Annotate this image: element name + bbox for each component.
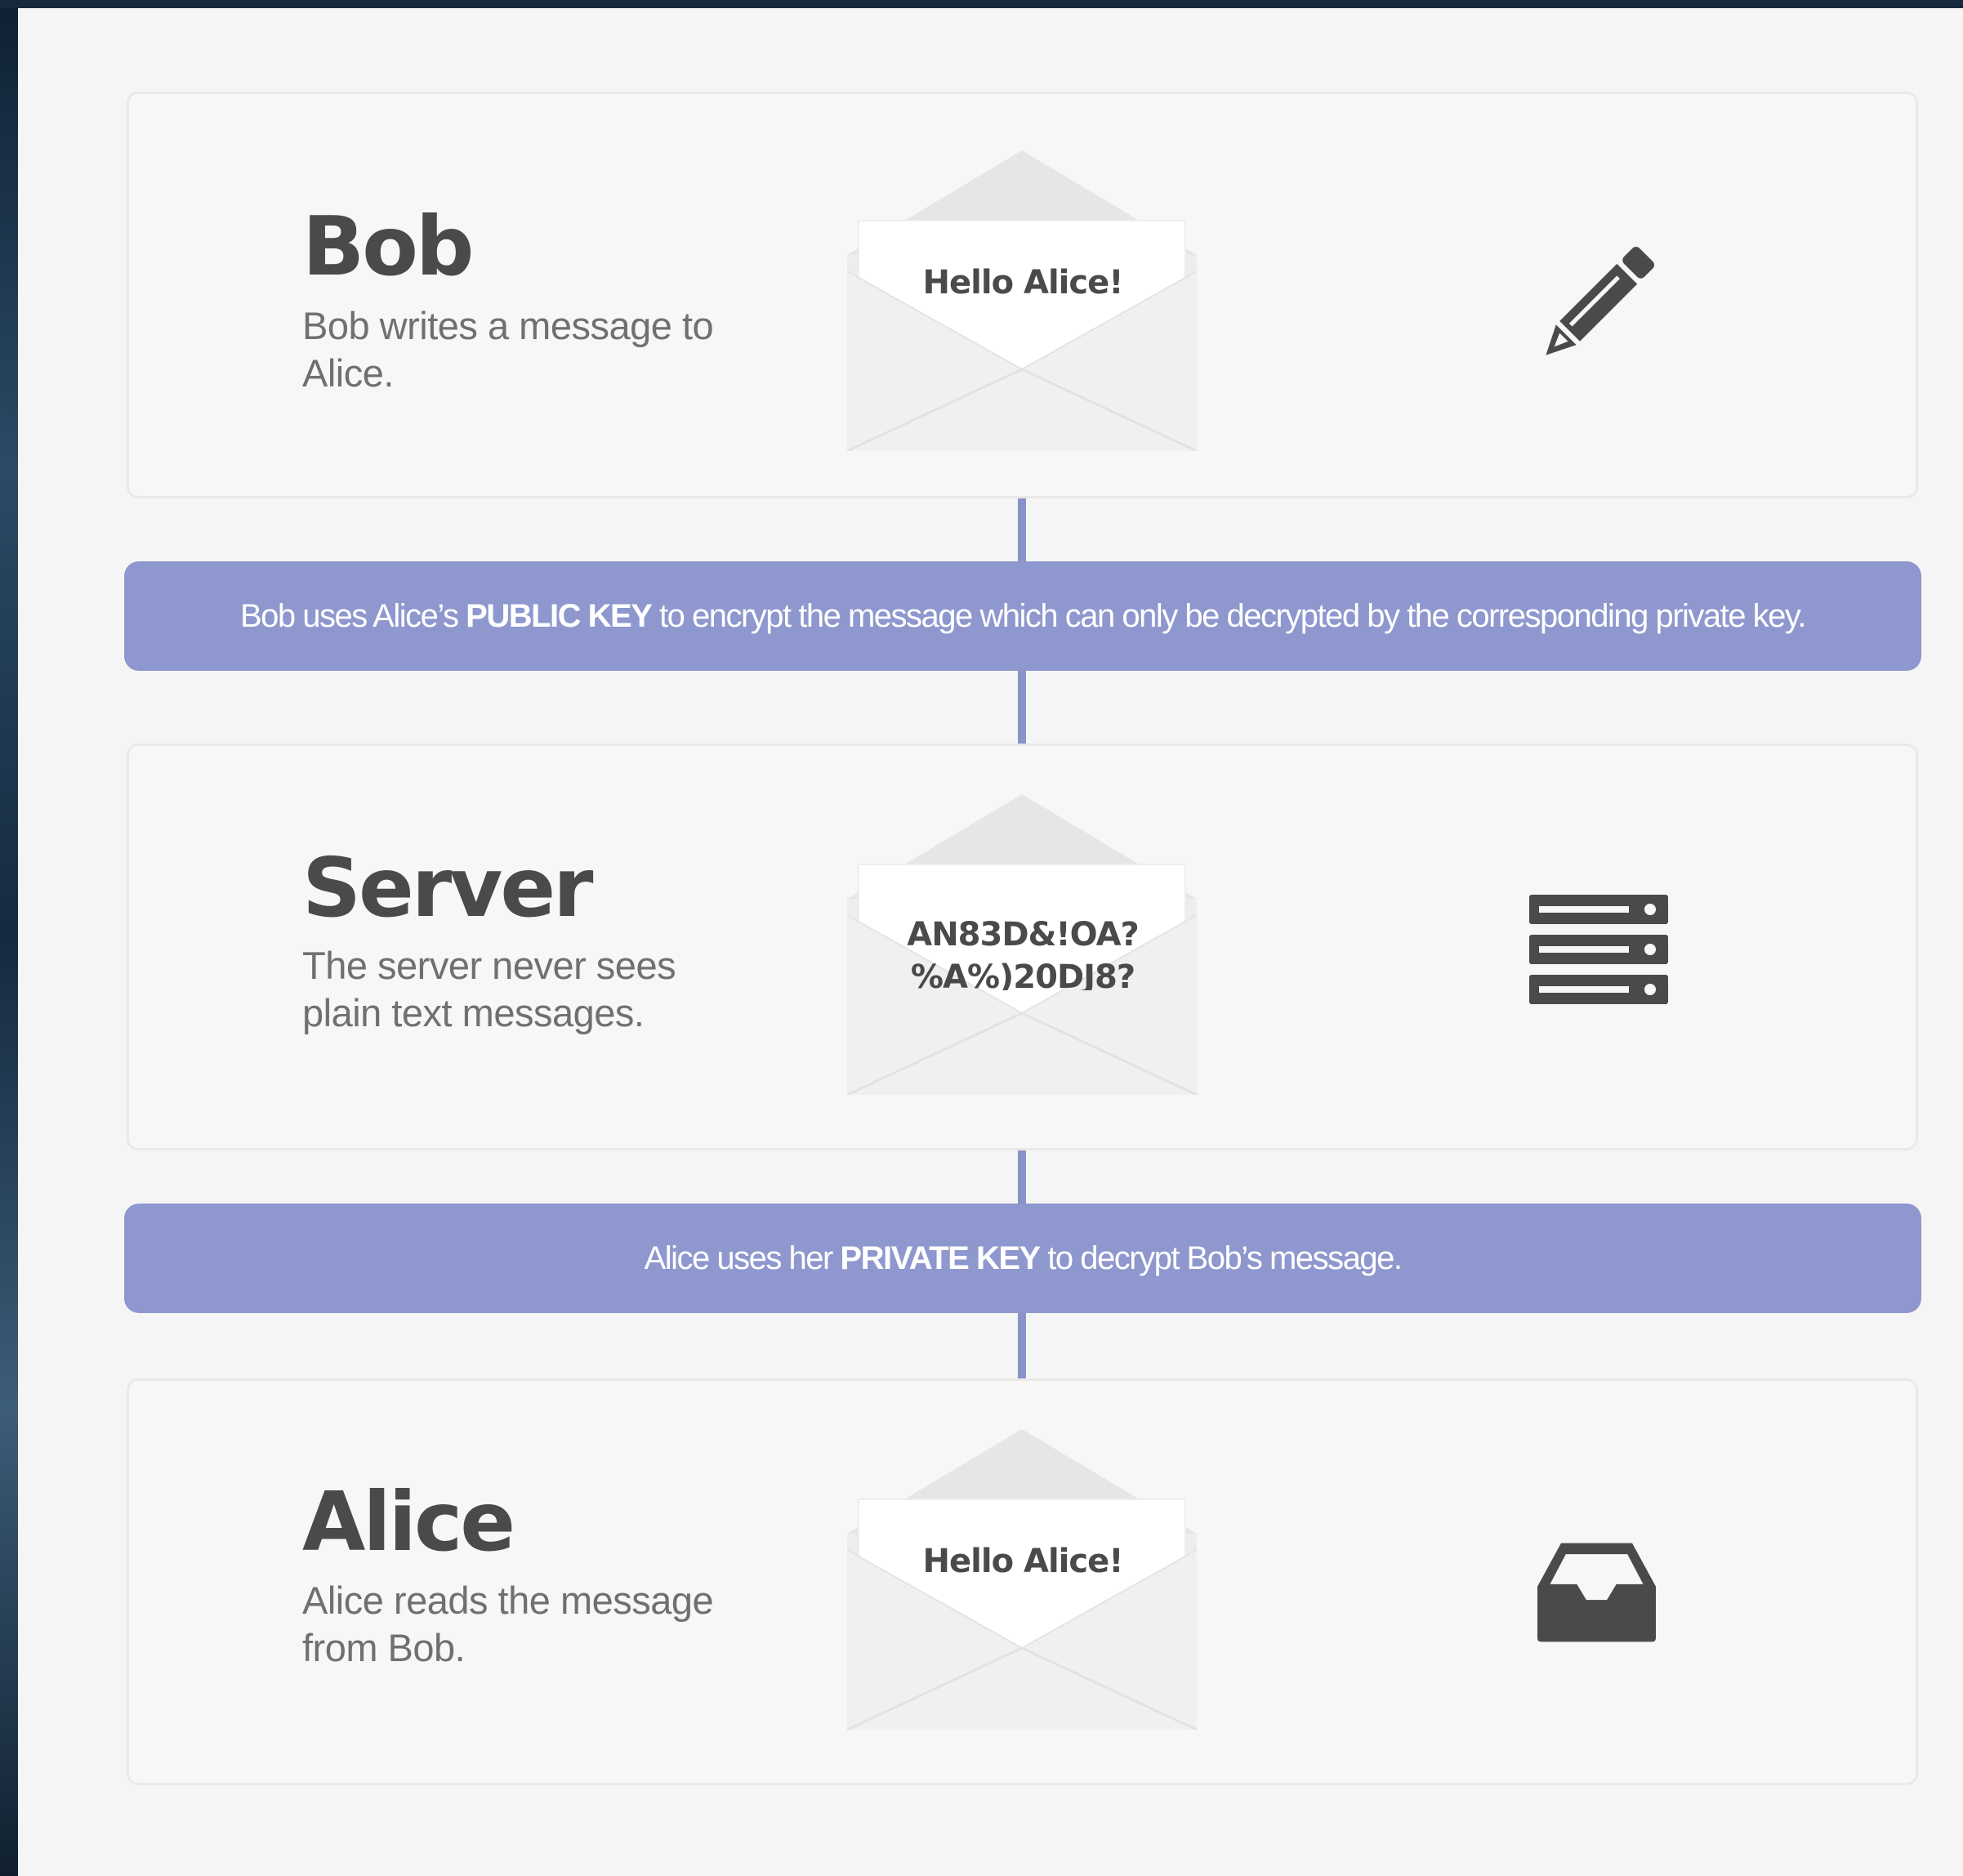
- pencil-icon: [1546, 247, 1654, 355]
- envelope-message-bob: Hello Alice!: [922, 264, 1124, 302]
- banner-text-after: to encrypt the message which can only be…: [651, 597, 1807, 634]
- banner-text-before: Bob uses Alice’s: [239, 597, 466, 634]
- inbox-icon: [1537, 1543, 1656, 1642]
- stage-description-bob: Bob writes a message to Alice.: [302, 304, 714, 395]
- stage-title-alice: Alice: [302, 1474, 515, 1570]
- background-top-strip: [0, 0, 1963, 8]
- stage-description-server: The server never sees plain text message…: [302, 944, 676, 1034]
- stage-description-alice: Alice reads the message from Bob.: [302, 1579, 714, 1669]
- stage-title-bob: Bob: [302, 199, 475, 294]
- private-key-label: PRIVATE KEY: [840, 1240, 1041, 1276]
- banner-text-after: to decrypt Bob’s message.: [1039, 1240, 1403, 1276]
- decryption-step-banner: Alice uses her PRIVATE KEY to decrypt Bo…: [124, 1204, 1921, 1313]
- stage-title-server: Server: [302, 840, 593, 936]
- diagram-panel: Bob Bob writes a message to Alice. Hello…: [18, 8, 1963, 1876]
- envelope-ciphertext: AN83D&!OA? %A%)20DJ8?: [907, 916, 1140, 990]
- banner-text-before: Alice uses her: [644, 1240, 841, 1276]
- server-icon: [1529, 895, 1668, 1004]
- public-key-label: PUBLIC KEY: [466, 597, 653, 634]
- envelope-message-alice: Hello Alice!: [922, 1543, 1124, 1580]
- encryption-step-banner: Bob uses Alice’s PUBLIC KEY to encrypt t…: [124, 561, 1921, 671]
- background-left-strip: [0, 0, 18, 1876]
